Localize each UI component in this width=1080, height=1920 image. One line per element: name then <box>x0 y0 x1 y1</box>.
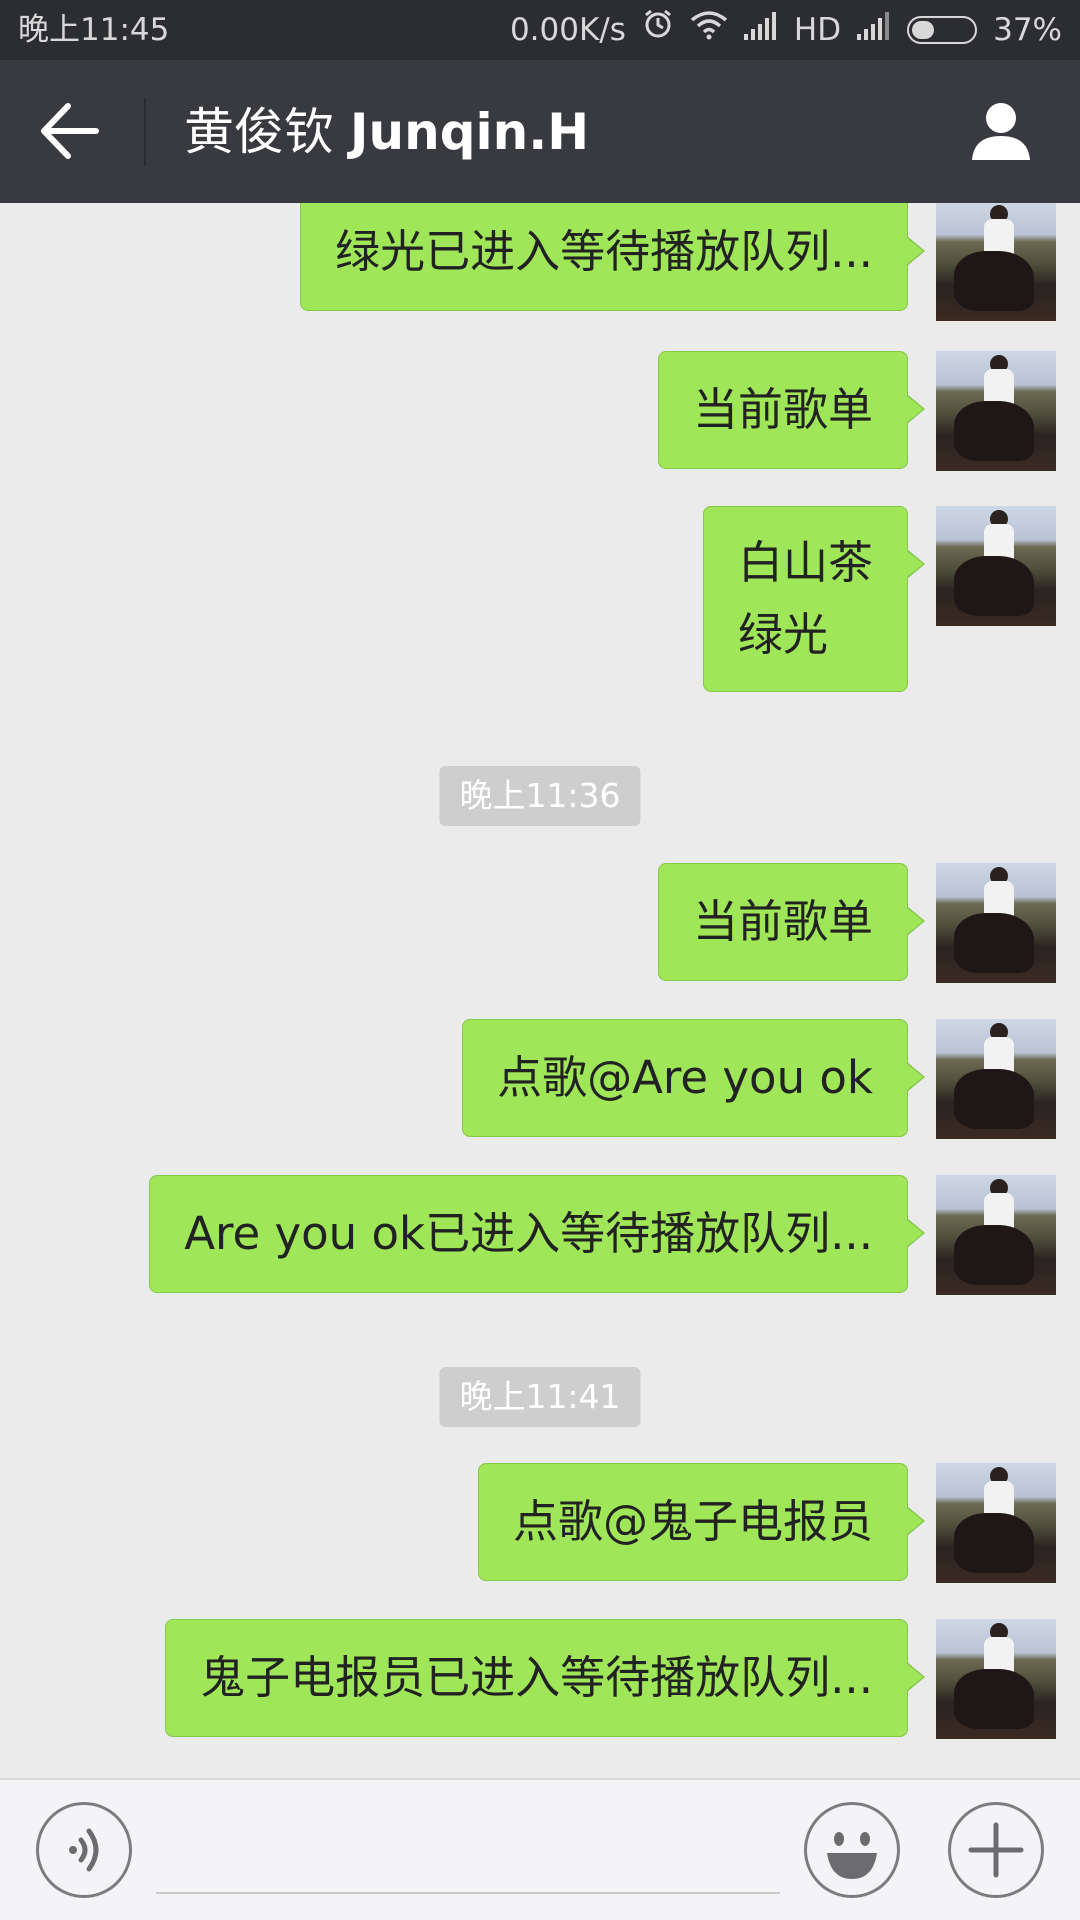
time-divider: 晚上11:41 <box>439 1367 641 1427</box>
title-bar: 黄俊钦 Junqin.H <box>0 60 1080 203</box>
chat-title: 黄俊钦 Junqin.H <box>184 102 589 162</box>
back-button[interactable] <box>38 100 108 162</box>
message-bubble[interactable]: Are you ok已进入等待播放队列... <box>149 1175 925 1293</box>
message-bubble[interactable]: 点歌@Are you ok <box>462 1019 925 1137</box>
alarm-icon <box>642 0 674 60</box>
emoji-button[interactable] <box>804 1802 900 1898</box>
plus-icon <box>968 1822 1024 1878</box>
hd-label: HD <box>793 12 842 48</box>
wifi-icon <box>690 0 728 60</box>
status-time: 晚上11:45 <box>18 12 170 48</box>
input-bar <box>0 1778 1080 1920</box>
chat-screen: 晚上11:45 0.00K/s HD 37% 黄俊钦 Junqin.H 绿光已进… <box>0 0 1080 1920</box>
status-bar: 晚上11:45 0.00K/s HD 37% <box>0 0 1080 60</box>
profile-button[interactable] <box>968 98 1034 164</box>
message-bubble[interactable]: 鬼子电报员已进入等待播放队列... <box>165 1619 925 1737</box>
chat-title-cn: 黄俊钦 <box>184 103 334 161</box>
chat-title-latin: Junqin.H <box>349 103 590 161</box>
message-input[interactable] <box>156 1804 780 1894</box>
avatar[interactable] <box>936 1463 1056 1583</box>
avatar[interactable] <box>936 506 1056 626</box>
emoji-icon <box>827 1832 877 1879</box>
avatar[interactable] <box>936 863 1056 983</box>
more-button[interactable] <box>948 1802 1044 1898</box>
message-line: 白山茶 <box>737 536 873 589</box>
signal-icon-2 <box>857 0 891 60</box>
avatar[interactable] <box>936 1619 1056 1739</box>
back-arrow-icon <box>41 103 99 159</box>
voice-button[interactable] <box>36 1802 132 1898</box>
title-divider <box>144 98 146 166</box>
avatar[interactable] <box>936 203 1056 321</box>
voice-icon <box>69 1828 99 1872</box>
avatar[interactable] <box>936 351 1056 471</box>
network-speed: 0.00K/s <box>509 12 626 48</box>
message-bubble[interactable]: 点歌@鬼子电报员 <box>477 1463 926 1581</box>
message-bubble[interactable]: 绿光已进入等待播放队列... <box>300 203 925 311</box>
battery-icon <box>907 16 978 44</box>
message-line: 绿光 <box>737 608 828 661</box>
avatar[interactable] <box>936 1175 1056 1295</box>
time-divider: 晚上11:36 <box>439 766 641 826</box>
signal-icon <box>743 0 778 60</box>
person-icon <box>972 103 1030 160</box>
message-list[interactable]: 绿光已进入等待播放队列... 当前歌单 白山茶 绿光 晚上11:36 当前歌单 … <box>0 203 1080 1778</box>
status-indicators: 0.00K/s HD 37% <box>510 0 1062 60</box>
battery-percent: 37% <box>993 12 1062 48</box>
message-bubble[interactable]: 当前歌单 <box>657 351 926 469</box>
message-bubble[interactable]: 白山茶 绿光 <box>702 506 926 692</box>
avatar[interactable] <box>936 1019 1056 1139</box>
message-bubble[interactable]: 当前歌单 <box>657 863 926 981</box>
